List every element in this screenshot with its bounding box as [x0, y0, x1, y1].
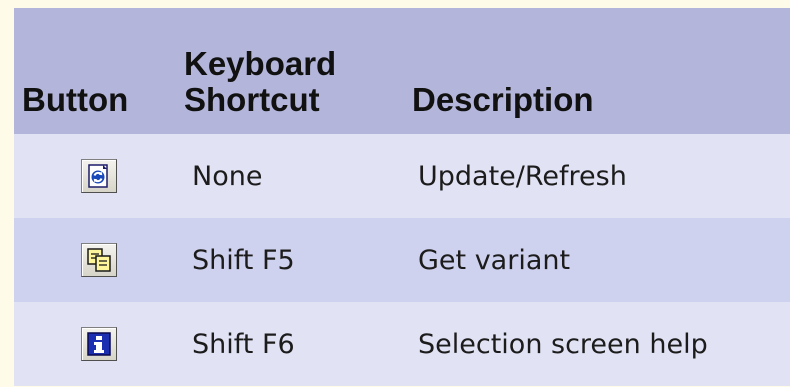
info-icon [87, 332, 111, 356]
get-variant-icon [87, 248, 111, 272]
description-cell: Selection screen help [418, 328, 708, 360]
table-header-row: Button Keyboard Shortcut Description [14, 8, 790, 134]
header-button: Button [22, 81, 129, 118]
table-row: Shift F5 Get variant [14, 218, 790, 302]
shortcut-table: Button Keyboard Shortcut Description Non… [14, 8, 790, 386]
description-cell: Get variant [418, 244, 571, 276]
get-variant-button[interactable] [81, 243, 117, 277]
refresh-icon [88, 164, 108, 188]
shortcut-cell: Shift F5 [192, 244, 295, 276]
header-shortcut-line2: Shortcut [184, 81, 320, 118]
header-keyboard-shortcut: Keyboard Shortcut [184, 8, 406, 134]
shortcut-table-container: Button Keyboard Shortcut Description Non… [14, 8, 790, 386]
shortcut-cell: Shift F6 [192, 328, 295, 360]
table-row: None Update/Refresh [14, 134, 790, 218]
button-cell [14, 134, 184, 218]
description-cell: Update/Refresh [418, 160, 627, 192]
refresh-button[interactable] [81, 159, 117, 193]
table-row: Shift F6 Selection screen help [14, 302, 790, 386]
header-description: Description [412, 81, 594, 118]
shortcut-cell: None [192, 160, 263, 192]
selection-help-button[interactable] [81, 327, 117, 361]
header-shortcut-line1: Keyboard [184, 45, 337, 82]
button-cell [14, 302, 184, 386]
button-cell [14, 218, 184, 302]
